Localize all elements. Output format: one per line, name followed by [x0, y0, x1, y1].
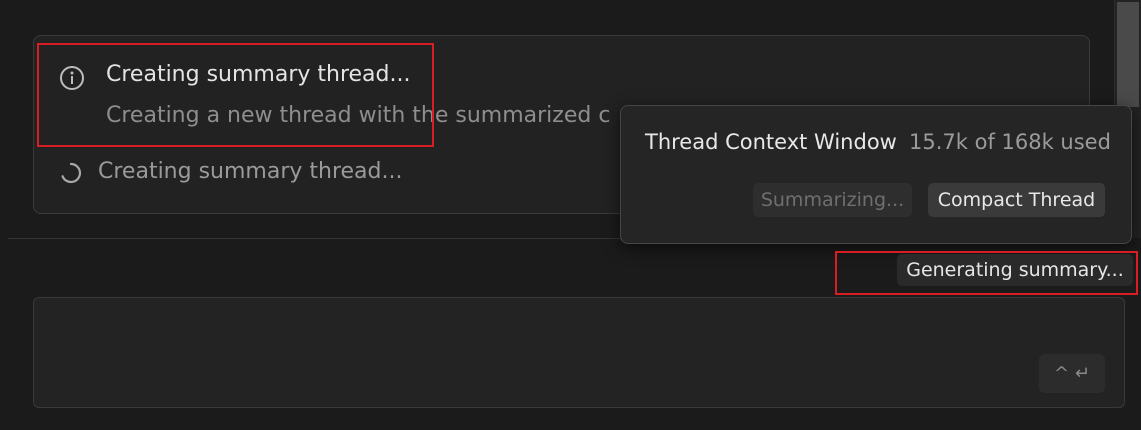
spinner-icon — [61, 162, 82, 184]
highlight-box-generating — [835, 251, 1138, 295]
summarizing-button[interactable]: Summarizing... — [753, 183, 912, 217]
context-usage: 15.7k of 168k used — [909, 130, 1111, 154]
thread-status-progress: Creating summary thread... — [98, 159, 403, 184]
highlight-box-thread-title — [37, 43, 434, 147]
context-window-popup — [620, 105, 1132, 244]
compact-thread-button[interactable]: Compact Thread — [928, 183, 1105, 217]
enter-icon: ↵ — [1074, 363, 1090, 384]
send-button[interactable]: ^ ↵ — [1039, 354, 1105, 393]
ctrl-key-label: ^ — [1054, 363, 1070, 384]
scrollbar-thumb[interactable] — [1117, 2, 1139, 107]
popup-title: Thread Context Window — [645, 130, 897, 154]
message-input[interactable] — [33, 297, 1125, 408]
